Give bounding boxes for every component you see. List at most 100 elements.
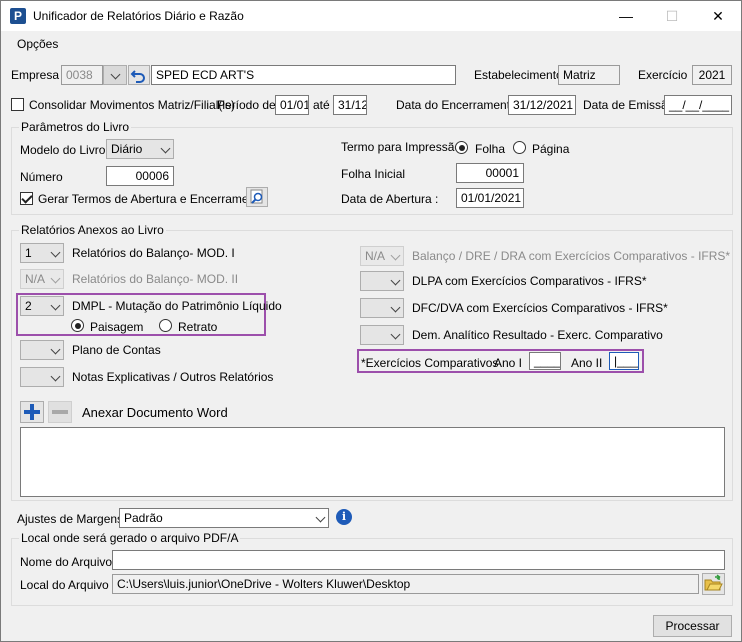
periodo-ate-value: 31/12 [338,98,367,112]
title-bar: P Unificador de Relatórios Diário e Razã… [1,1,741,31]
minus-icon [52,410,68,414]
folder-open-icon [704,574,723,591]
dlpa-select[interactable] [360,271,404,291]
local-input: C:\Users\luis.junior\OneDrive - Wolters … [112,574,699,594]
empresa-code-field: 0038 [61,65,103,85]
periodo-ate-input[interactable]: 31/12 [333,95,367,115]
window-title: Unificador de Relatórios Diário e Razão [33,9,244,23]
balanco2-value: N/A [25,272,46,286]
ifrs-select: N/A [360,246,404,266]
chevron-down-icon [50,300,61,311]
undo-icon [130,70,145,83]
margens-label: Ajustes de Margens [17,512,124,526]
ano2-input[interactable]: |____ [609,352,639,370]
ano1-label: Ano I [494,356,523,370]
main-window: P Unificador de Relatórios Diário e Razã… [0,0,742,642]
empresa-name-field[interactable]: SPED ECD ART'S [151,65,456,85]
nome-input[interactable] [112,550,725,570]
parametros-title: Parâmetros do Livro [19,120,132,134]
exercicio-field: 2021 [692,65,732,85]
chevron-down-icon [50,273,61,284]
anexar-label: Anexar Documento Word [82,405,228,420]
margens-select[interactable]: Padrão [119,508,329,528]
modelo-select[interactable]: Diário [106,139,174,159]
ano2-label: Ano II [571,356,603,370]
modelo-value: Diário [111,142,143,156]
maximize-button[interactable]: ☐ [649,1,695,31]
gerar-termos-checkbox[interactable] [20,192,33,205]
paisagem-label: Paisagem [90,320,144,334]
folha-label: Folha [475,142,506,156]
encerramento-input[interactable]: 31/12/2021 [508,95,576,115]
dfc-label: DFC/DVA com Exercícios Comparativos - IF… [412,301,668,315]
add-document-button[interactable] [20,401,44,423]
numero-input[interactable]: 00006 [106,166,174,186]
periodo-de-value: 01/01 [280,98,309,112]
local-group [11,538,733,606]
consolidar-label: Consolidar Movimentos Matriz/Filial(is) [29,98,236,112]
modelo-label: Modelo do Livro [20,143,106,157]
chevron-down-icon [315,512,326,523]
browse-folder-button[interactable] [702,573,725,595]
data-abertura-input[interactable]: 01/01/2021 [456,188,524,208]
retrato-label: Retrato [178,320,218,334]
emissao-value: __/__/____ [669,98,730,112]
periodo-label: Período de [217,98,276,112]
menu-opcoes[interactable]: Opções [17,37,58,51]
exercicio-label: Exercício [638,68,688,82]
dlpa-label: DLPA com Exercícios Comparativos - IFRS* [412,274,647,288]
folha-radio[interactable] [455,141,468,154]
remove-document-button[interactable] [48,401,72,423]
chevron-down-icon [160,143,171,154]
emissao-input[interactable]: __/__/____ [664,95,732,115]
processar-button[interactable]: Processar [653,615,732,637]
numero-label: Número [20,170,63,184]
retrato-radio[interactable] [159,319,172,332]
dmpl-value: 2 [25,299,32,313]
balanco-select[interactable]: 1 [20,243,64,263]
chevron-down-icon [50,371,61,382]
pagina-radio[interactable] [513,141,526,154]
termo-label: Termo para Impressão [341,140,462,154]
data-abertura-label: Data de Abertura : [341,192,439,206]
local-value: C:\Users\luis.junior\OneDrive - Wolters … [117,577,411,591]
periodo-de-input[interactable]: 01/01 [275,95,309,115]
empresa-dropdown-button[interactable] [103,65,127,85]
notas-select[interactable] [20,367,64,387]
empresa-label: Empresa [11,68,60,82]
consolidar-checkbox[interactable] [11,98,24,111]
ano1-input[interactable]: ____ [529,352,561,370]
balanco-value: 1 [25,246,32,260]
dem-select[interactable] [360,325,404,345]
dfc-select[interactable] [360,298,404,318]
nome-label: Nome do Arquivo [20,555,113,569]
plano-select[interactable] [20,340,64,360]
estabelecimento-field: Matriz [558,65,620,85]
chevron-down-icon [390,250,401,261]
folha-inicial-input[interactable]: 00001 [456,163,524,183]
termos-preview-button[interactable] [246,187,268,207]
ate-label: até [313,98,330,112]
empresa-name: SPED ECD ART'S [156,68,255,82]
minimize-button[interactable]: — [603,1,649,31]
info-icon[interactable]: i [336,509,352,525]
numero-value: 00006 [135,169,169,183]
ifrs-value: N/A [365,249,386,263]
relatorios-title: Relatórios Anexos ao Livro [19,223,166,237]
refresh-button[interactable] [128,65,150,85]
ano1-value: ____ [534,354,561,368]
dmpl-select[interactable]: 2 [20,296,64,316]
ano2-value: |____ [614,354,638,368]
paisagem-radio[interactable] [71,319,84,332]
app-icon: P [10,8,26,24]
chevron-down-icon [50,247,61,258]
margens-value: Padrão [124,511,163,525]
notas-label: Notas Explicativas / Outros Relatórios [72,370,274,384]
chevron-down-icon [50,344,61,355]
documents-list[interactable] [20,427,725,497]
data-abertura-value: 01/01/2021 [461,191,522,205]
emissao-label: Data de Emissão [583,98,675,112]
folha-inicial-value: 00001 [485,166,519,180]
dem-label: Dem. Analítico Resultado - Exerc. Compar… [412,328,663,342]
close-button[interactable]: ✕ [695,1,741,31]
